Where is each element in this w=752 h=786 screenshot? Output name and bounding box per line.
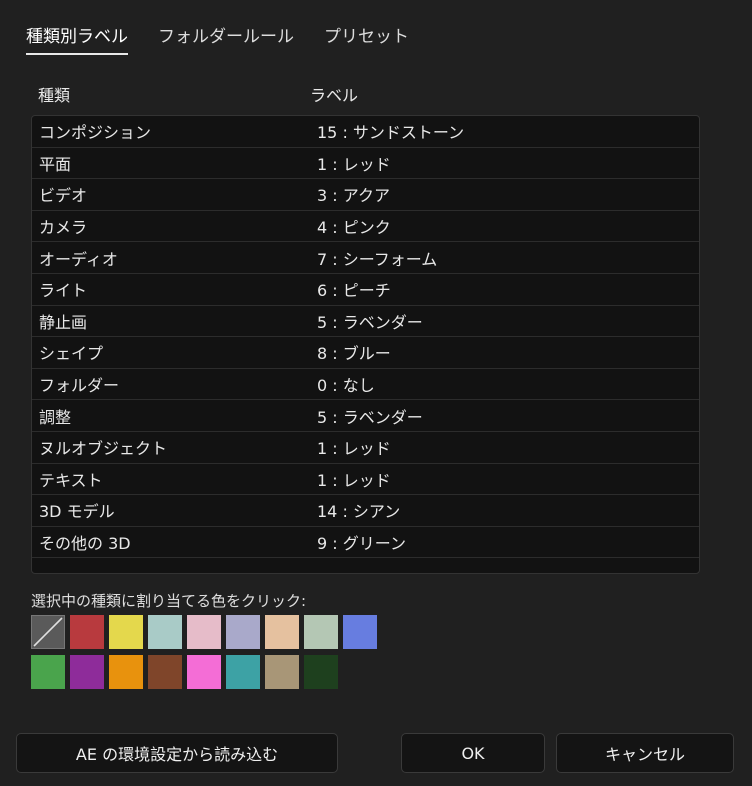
row-type: コンポジション bbox=[39, 123, 152, 143]
table-row[interactable]: ライト 6 : ピーチ bbox=[32, 274, 699, 306]
color-swatch[interactable] bbox=[187, 615, 221, 649]
color-swatch[interactable] bbox=[70, 655, 104, 689]
row-type: フォルダー bbox=[39, 376, 120, 396]
row-type: カメラ bbox=[39, 218, 88, 238]
table-row[interactable]: フォルダー 0 : なし bbox=[32, 369, 699, 401]
color-swatch[interactable] bbox=[148, 615, 182, 649]
color-swatch[interactable] bbox=[304, 655, 338, 689]
column-header-label: ラベル bbox=[310, 86, 359, 105]
color-swatch[interactable] bbox=[109, 615, 143, 649]
row-type: 調整 bbox=[39, 407, 72, 427]
row-label: 8 : ブルー bbox=[317, 344, 391, 364]
table-row[interactable]: 3D モデル 14 : シアン bbox=[32, 495, 699, 527]
color-swatch[interactable] bbox=[187, 655, 221, 689]
tab-folder-rules[interactable]: フォルダールール bbox=[158, 22, 294, 55]
column-header-type: 種類 bbox=[38, 86, 71, 105]
swatch-none[interactable] bbox=[31, 615, 65, 649]
row-label: 7 : シーフォーム bbox=[317, 249, 438, 269]
color-swatch[interactable] bbox=[265, 615, 299, 649]
type-label-table: コンポジション 15 : サンドストーン 平面 1 : レッド ビデオ 3 : アクア カメ… bbox=[31, 115, 700, 574]
ok-button[interactable]: OK bbox=[401, 733, 545, 773]
row-label: 1 : レッド bbox=[317, 470, 391, 490]
row-label: 5 : ラベンダー bbox=[317, 407, 423, 427]
row-type: テキスト bbox=[39, 470, 103, 490]
color-swatch[interactable] bbox=[265, 655, 299, 689]
color-swatch[interactable] bbox=[304, 615, 338, 649]
color-swatch[interactable] bbox=[70, 615, 104, 649]
row-type: その他の 3D bbox=[39, 534, 131, 554]
tab-bar: 種類別ラベル フォルダールール プリセット bbox=[26, 22, 409, 55]
table-row[interactable]: テキスト 1 : レッド bbox=[32, 464, 699, 496]
row-label: 14 : シアン bbox=[317, 502, 401, 522]
row-label: 1 : レッド bbox=[317, 154, 391, 174]
swatch-row-2 bbox=[31, 655, 391, 689]
color-swatch[interactable] bbox=[148, 655, 182, 689]
color-swatch[interactable] bbox=[109, 655, 143, 689]
table-row[interactable]: 静止画 5 : ラベンダー bbox=[32, 306, 699, 338]
swatch-prompt: 選択中の種類に割り当てる色をクリック: bbox=[31, 592, 307, 610]
cancel-button[interactable]: キャンセル bbox=[556, 733, 734, 773]
swatch-row-1 bbox=[31, 615, 391, 649]
color-swatch[interactable] bbox=[31, 655, 65, 689]
row-type: オーディオ bbox=[39, 249, 118, 269]
tab-label-by-type[interactable]: 種類別ラベル bbox=[26, 22, 128, 55]
row-label: 3 : アクア bbox=[317, 186, 390, 206]
table-row[interactable]: 平面 1 : レッド bbox=[32, 148, 699, 180]
row-label: 0 : なし bbox=[317, 376, 375, 396]
import-from-ae-button[interactable]: AE の環境設定から読み込む bbox=[16, 733, 338, 773]
row-type: 3D モデル bbox=[39, 502, 115, 522]
color-swatch[interactable] bbox=[343, 615, 377, 649]
row-label: 1 : レッド bbox=[317, 439, 391, 459]
table-row[interactable]: オーディオ 7 : シーフォーム bbox=[32, 242, 699, 274]
table-row[interactable]: 調整 5 : ラベンダー bbox=[32, 400, 699, 432]
row-label: 9 : グリーン bbox=[317, 534, 406, 554]
color-swatch[interactable] bbox=[226, 615, 260, 649]
row-label: 15 : サンドストーン bbox=[317, 123, 465, 143]
table-row[interactable]: ヌルオブジェクト 1 : レッド bbox=[32, 432, 699, 464]
row-type: ヌルオブジェクト bbox=[39, 439, 168, 459]
row-type: シェイプ bbox=[39, 344, 104, 364]
color-swatch[interactable] bbox=[226, 655, 260, 689]
row-label: 5 : ラベンダー bbox=[317, 312, 423, 332]
table-row[interactable]: カメラ 4 : ピンク bbox=[32, 211, 699, 243]
table-row[interactable]: シェイプ 8 : ブルー bbox=[32, 337, 699, 369]
row-type: 平面 bbox=[39, 154, 72, 174]
table-row[interactable]: その他の 3D 9 : グリーン bbox=[32, 527, 699, 559]
row-type: 静止画 bbox=[39, 312, 88, 332]
row-label: 6 : ピーチ bbox=[317, 281, 391, 301]
row-label: 4 : ピンク bbox=[317, 218, 391, 238]
row-type: ビデオ bbox=[39, 186, 88, 206]
tab-presets[interactable]: プリセット bbox=[324, 22, 409, 55]
table-row[interactable]: コンポジション 15 : サンドストーン bbox=[32, 116, 699, 148]
row-type: ライト bbox=[39, 281, 88, 301]
table-row[interactable]: ビデオ 3 : アクア bbox=[32, 179, 699, 211]
